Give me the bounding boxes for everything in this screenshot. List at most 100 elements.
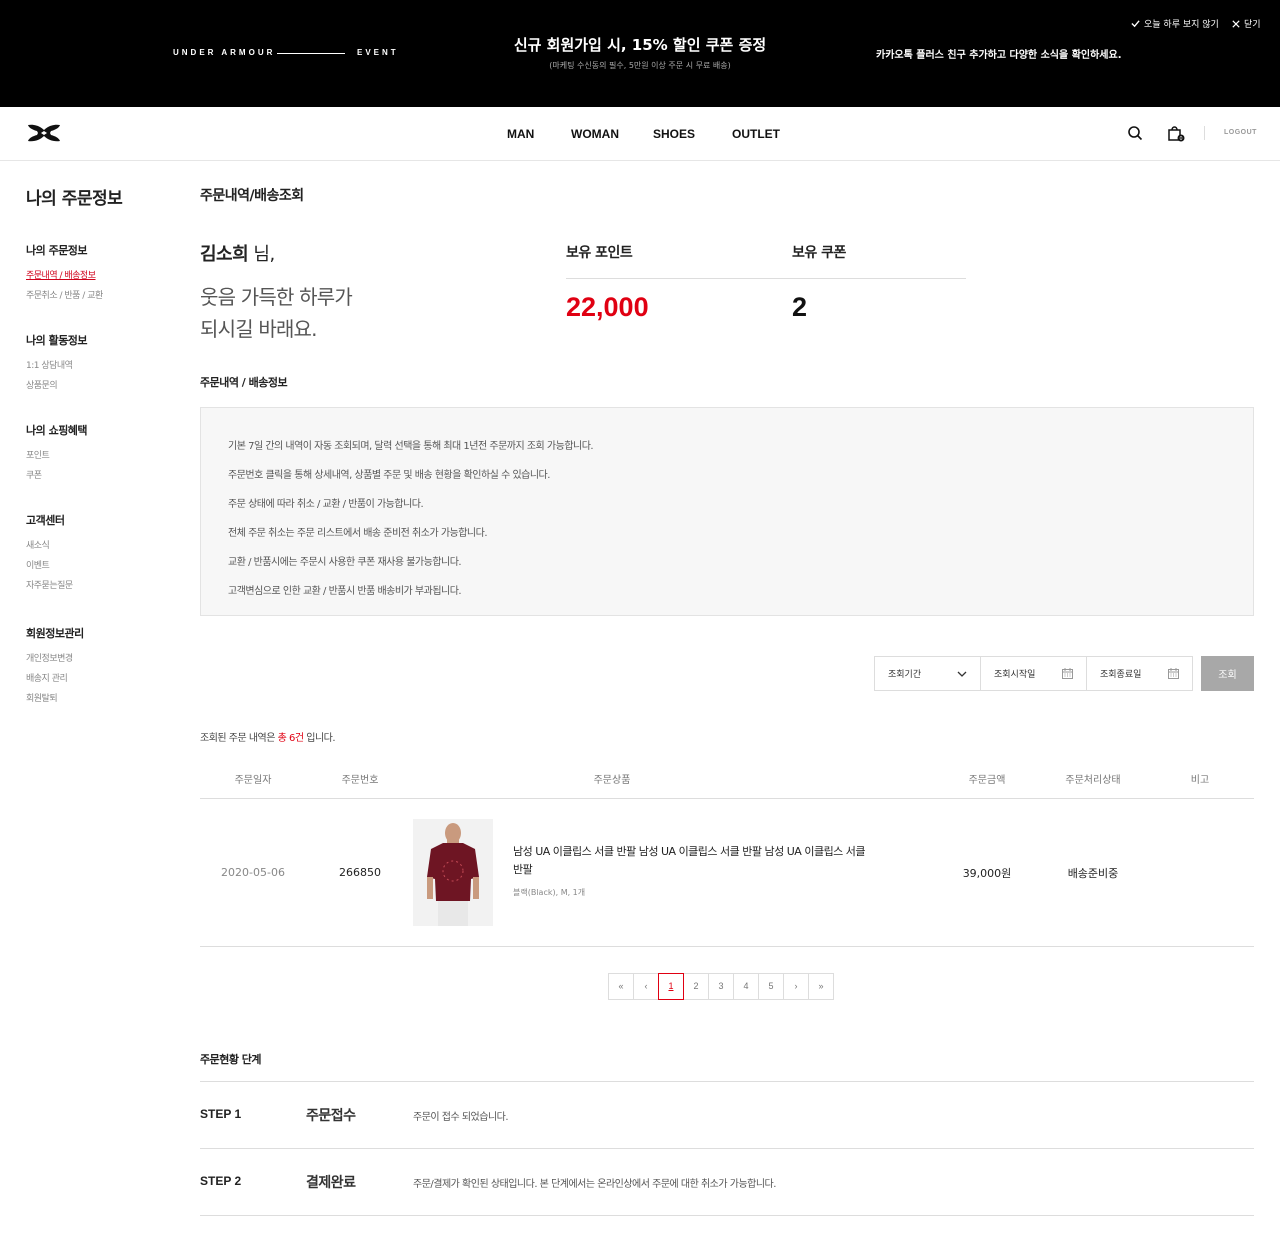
page-button-5[interactable]: 5	[758, 973, 784, 1000]
user-suffix: 님,	[248, 244, 275, 265]
nav-outlet[interactable]: OUTLET	[732, 127, 792, 141]
greeting-line-1: 웃음 가득한 하루가	[200, 285, 353, 309]
banner-brand: UNDER ARMOUR	[173, 48, 276, 57]
sidebar-group-benefits: 나의 쇼핑혜택 포인트 쿠폰	[26, 422, 88, 486]
sidebar-item-events[interactable]: 이벤트	[26, 556, 73, 576]
points-value[interactable]: 22,000	[566, 292, 649, 323]
first-page-button[interactable]: «	[608, 973, 634, 1000]
banner-close-label: 닫기	[1244, 20, 1261, 30]
banner-close-button[interactable]: 닫기	[1232, 17, 1261, 30]
nav-man[interactable]: MAN	[507, 127, 571, 141]
col-header-order-no: 주문번호	[341, 775, 379, 786]
banner-title[interactable]: 신규 회원가입 시, 15% 할인 쿠폰 증정	[440, 34, 840, 55]
sidebar-item-edit-profile[interactable]: 개인정보변경	[26, 649, 84, 669]
product-option: 블랙(Black), M, 1개	[513, 888, 586, 897]
pagination: « ‹ 1 2 3 4 5 › »	[608, 973, 834, 1000]
sidebar-group-title: 나의 활동정보	[26, 334, 88, 347]
nav-woman[interactable]: WOMAN	[571, 127, 653, 141]
sidebar-item-points[interactable]: 포인트	[26, 446, 87, 466]
cart-count: 0	[1180, 136, 1183, 142]
step-description: 주문/결제가 확인된 상태입니다. 본 단계에서는 온라인상에서 주문에 대한 …	[413, 1179, 776, 1190]
col-header-note: 비고	[1190, 775, 1210, 786]
notice-line: 고객변심으로 인한 교환 / 반품시 반품 배송비가 부과됩니다.	[228, 586, 462, 597]
next-page-button[interactable]: ›	[783, 973, 809, 1000]
top-promo-banner: UNDER ARMOUR EVENT 신규 회원가입 시, 15% 할인 쿠폰 …	[0, 0, 1280, 107]
prev-page-button[interactable]: ‹	[633, 973, 659, 1000]
page-button-2[interactable]: 2	[683, 973, 709, 1000]
sidebar-item-withdraw[interactable]: 회원탈퇴	[26, 689, 84, 709]
coupons-label: 보유 쿠폰	[792, 245, 846, 261]
last-page-button[interactable]: »	[808, 973, 834, 1000]
period-select-label: 조회기간	[888, 670, 922, 680]
sidebar-group-title: 나의 주문정보	[26, 244, 88, 257]
calendar-icon	[1062, 668, 1073, 679]
sidebar-item-product-qna[interactable]: 상품문의	[26, 376, 87, 396]
banner-kakao-text[interactable]: 카카오톡 플러스 친구 추가하고 다양한 소식을 확인하세요.	[876, 46, 1122, 61]
page-button-3[interactable]: 3	[708, 973, 734, 1000]
sidebar-group-title: 회원정보관리	[26, 627, 84, 640]
product-thumbnail[interactable]	[413, 819, 493, 926]
page-button-1[interactable]: 1	[658, 973, 684, 1000]
step-number: STEP 1	[200, 1107, 242, 1121]
shopping-bag-icon[interactable]: 0	[1167, 124, 1185, 142]
sidebar-item-addresses[interactable]: 배송지 관리	[26, 669, 84, 689]
coupons-value[interactable]: 2	[792, 292, 807, 323]
order-date: 2020-05-06	[221, 866, 285, 879]
steps-divider	[200, 1081, 1254, 1082]
greeting-line-2: 되시길 바래요.	[200, 317, 318, 341]
site-header: MAN WOMAN SHOES OUTLET 0 LOGOUT	[0, 107, 1280, 161]
search-icon[interactable]	[1127, 125, 1143, 141]
greeting-name: 김소희 님,	[200, 240, 275, 266]
hide-today-label: 오늘 하루 보지 않기	[1144, 20, 1219, 30]
main-nav: MAN WOMAN SHOES OUTLET	[507, 127, 792, 141]
notice-line: 주문 상태에 따라 취소 / 교환 / 반품이 가능합니다.	[228, 499, 424, 510]
banner-divider	[277, 53, 345, 54]
col-header-price: 주문금액	[968, 775, 1006, 786]
steps-divider	[200, 1215, 1254, 1216]
count-suffix: 입니다.	[303, 733, 336, 744]
notice-box: 기본 7일 간의 내역이 자동 조회되며, 달력 선택을 통해 최대 1년전 주…	[200, 407, 1254, 616]
order-price: 39,000원	[962, 867, 1012, 880]
sidebar-item-cancel-return[interactable]: 주문취소 / 반품 / 교환	[26, 286, 103, 306]
nav-shoes[interactable]: SHOES	[653, 127, 732, 141]
col-header-date: 주문일자	[234, 775, 272, 786]
order-count-text: 조회된 주문 내역은 총 6건 입니다.	[200, 729, 336, 744]
period-select[interactable]: 조회기간	[874, 656, 981, 691]
sidebar-group-activity: 나의 활동정보 1:1 상담내역 상품문의	[26, 332, 88, 396]
benefits-divider	[566, 278, 966, 279]
step-number: STEP 2	[200, 1174, 242, 1188]
count-value: 총 6건	[277, 733, 304, 744]
check-icon	[1131, 20, 1140, 28]
section-title-orders: 주문내역 / 배송정보	[200, 376, 288, 389]
order-status: 배송준비중	[1067, 867, 1119, 880]
sidebar-item-coupons[interactable]: 쿠폰	[26, 466, 87, 486]
col-header-product: 주문상품	[593, 775, 631, 786]
hide-today-button[interactable]: 오늘 하루 보지 않기	[1131, 17, 1219, 30]
tshirt-model-image	[413, 819, 493, 926]
steps-divider	[200, 1148, 1254, 1149]
search-button[interactable]: 조회	[1201, 656, 1254, 691]
table-row: 2020-05-06 266850 남성 UA 이클립스 서클 반팔 남성 UA…	[200, 799, 1254, 947]
sidebar-item-faq[interactable]: 자주묻는질문	[26, 576, 73, 596]
col-header-status: 주문처리상태	[1065, 775, 1121, 786]
sidebar-item-news[interactable]: 새소식	[26, 536, 73, 556]
banner-event-label: EVENT	[357, 48, 399, 57]
end-date-field[interactable]: 조회종료일	[1086, 656, 1193, 691]
step-name: 주문접수	[306, 1108, 356, 1124]
logout-link[interactable]: LOGOUT	[1224, 129, 1257, 136]
points-label: 보유 포인트	[566, 245, 633, 261]
sidebar-group-account: 회원정보관리 개인정보변경 배송지 관리 회원탈퇴	[26, 625, 84, 709]
start-date-label: 조회시작일	[994, 670, 1036, 680]
step-name: 결제완료	[306, 1175, 356, 1191]
start-date-field[interactable]: 조회시작일	[980, 656, 1087, 691]
under-armour-logo-icon[interactable]	[26, 123, 62, 143]
order-number-link[interactable]: 266850	[320, 866, 400, 879]
notice-line: 교환 / 반품시에는 주문시 사용한 쿠폰 재사용 불가능합니다.	[228, 557, 462, 568]
sidebar-item-order-history[interactable]: 주문내역 / 배송정보	[26, 266, 103, 286]
page-button-4[interactable]: 4	[733, 973, 759, 1000]
product-name-link[interactable]: 남성 UA 이클립스 서클 반팔 남성 UA 이클립스 서클 반팔 남성 UA …	[513, 843, 873, 879]
sidebar-item-consultation[interactable]: 1:1 상담내역	[26, 356, 87, 376]
table-header: 주문일자 주문번호 주문상품 주문금액 주문처리상태 비고	[200, 757, 1254, 799]
close-icon	[1232, 19, 1240, 28]
sidebar-group-orders: 나의 주문정보 주문내역 / 배송정보 주문취소 / 반품 / 교환	[26, 242, 103, 306]
